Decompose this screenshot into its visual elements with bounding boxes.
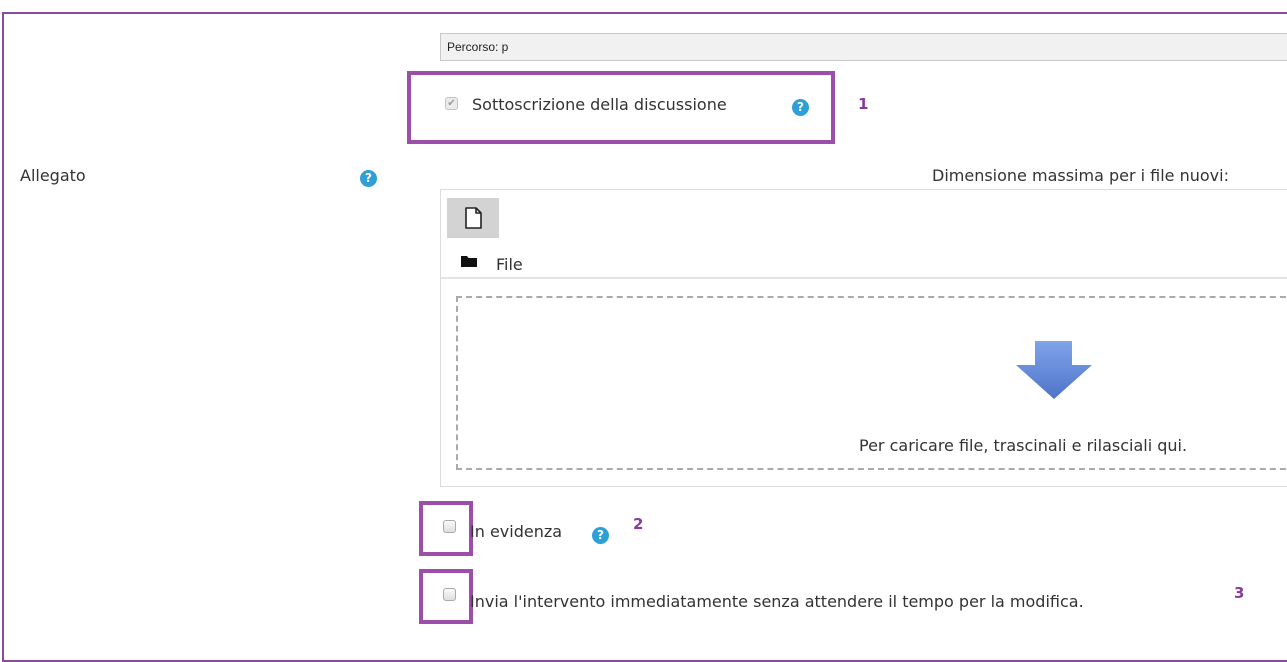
pinned-label: In evidenza [470, 522, 563, 541]
attachment-label: Allegato [20, 166, 86, 185]
subscription-label: Sottoscrizione della discussione [472, 95, 727, 114]
path-field-label: Percorso: p [447, 40, 509, 54]
path-field: Percorso: p [440, 33, 1287, 61]
question-circle-icon[interactable]: ? [592, 527, 609, 544]
post-now-label: Invia l'intervento immediatamente senza … [470, 592, 1084, 611]
subscription-checkbox[interactable]: ✔ [445, 97, 458, 110]
folder-icon [461, 256, 477, 267]
question-circle-icon[interactable]: ? [792, 99, 809, 116]
annotation-number-3: 3 [1234, 584, 1245, 602]
max-size-label: Dimensione massima per i file nuovi: [932, 166, 1229, 185]
filepicker-separator [441, 277, 1287, 279]
annotation-number-1: 1 [858, 95, 869, 113]
annotation-number-2: 2 [633, 515, 644, 533]
breadcrumb-folder-link[interactable]: File [496, 255, 523, 274]
pinned-checkbox[interactable] [443, 520, 456, 533]
add-file-button[interactable] [447, 198, 499, 238]
file-icon [465, 207, 482, 229]
question-circle-icon[interactable]: ? [360, 170, 377, 187]
dropzone-text: Per caricare file, trascinali e rilascia… [859, 436, 1188, 455]
down-arrow-icon [1016, 341, 1092, 399]
post-now-checkbox[interactable] [443, 588, 456, 601]
